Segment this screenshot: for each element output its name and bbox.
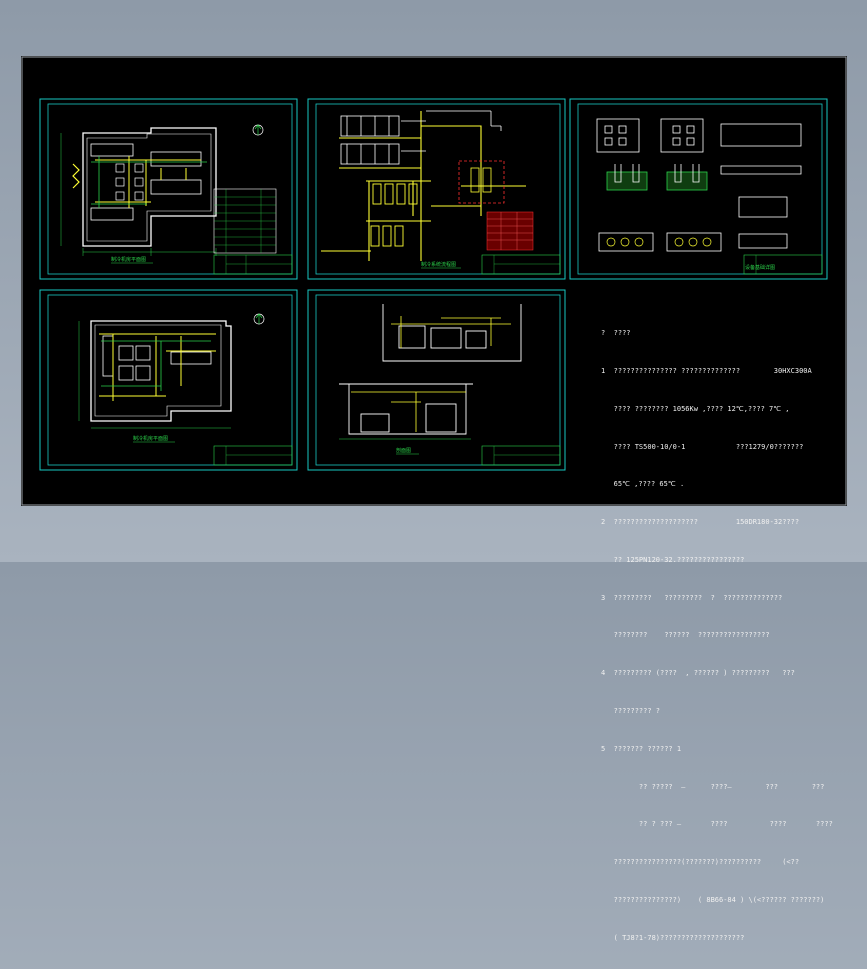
note-line: ?? ? ??? — ???? ???? ???? xyxy=(601,820,833,829)
note-line: 65℃ ,???? 65℃ . xyxy=(601,480,685,489)
note-line: 1 ??????????????? ?????????????? 30HXC30… xyxy=(601,366,812,375)
sheet-2[interactable]: 制冷系统流程图 xyxy=(307,98,566,280)
sheet-3-title: 设备基础详图 xyxy=(745,264,775,271)
sheet-4-title: 制冷机房平面图 xyxy=(133,435,168,442)
cad-drawing-canvas[interactable]: 制冷机房平面图 制冷系统流程图 设备基础详图 制冷机房平面图 剖面图 ? ???… xyxy=(21,56,847,942)
note-line: ????????? ? xyxy=(601,707,661,715)
note-line: ???? ???????? 1056Kw ,???? 12℃,???? 7℃ , xyxy=(601,404,790,413)
sheet-2-title: 制冷系统流程图 xyxy=(421,261,456,268)
sheet-4[interactable]: 制冷机房平面图 xyxy=(39,289,298,471)
note-line: 2 ???????????????????? 150DR180-32???? xyxy=(601,518,800,527)
design-notes: ? ???? 1 ??????????????? ?????????????? … xyxy=(601,302,841,969)
note-line: 4 ????????? (???? , ?????? ) ????????? ?… xyxy=(601,669,795,678)
sheet-3[interactable]: 设备基础详图 xyxy=(569,98,828,280)
note-line: ???? TS500-10/0-1 ???1279/0??????? xyxy=(601,442,804,451)
sheet-1[interactable]: 制冷机房平面图 xyxy=(39,98,298,280)
sheet-5[interactable]: 剖面图 xyxy=(307,289,566,471)
note-line: 3 ????????? ????????? ? ?????????????? xyxy=(601,593,783,602)
note-line: ?? ????? — ????— ??? ??? xyxy=(601,782,825,791)
note-line: ( TJ8?1-78)???????????????????? xyxy=(601,933,745,942)
note-line: ????????????????(???????)?????????? (<?? xyxy=(601,858,800,867)
note-line: ?? 125PN120-32.???????????????? xyxy=(601,555,745,564)
note-line: ? ???? xyxy=(601,329,631,338)
note-line: ???????? ?????? ????????????????? xyxy=(601,631,770,640)
sheet-1-title: 制冷机房平面图 xyxy=(111,256,146,263)
note-line: ???????????????) ( 8B66-84 ) \(<?????? ?… xyxy=(601,895,825,904)
sheet-5-title: 剖面图 xyxy=(396,447,411,454)
note-line: 5 ??????? ?????? 1 xyxy=(601,744,682,753)
